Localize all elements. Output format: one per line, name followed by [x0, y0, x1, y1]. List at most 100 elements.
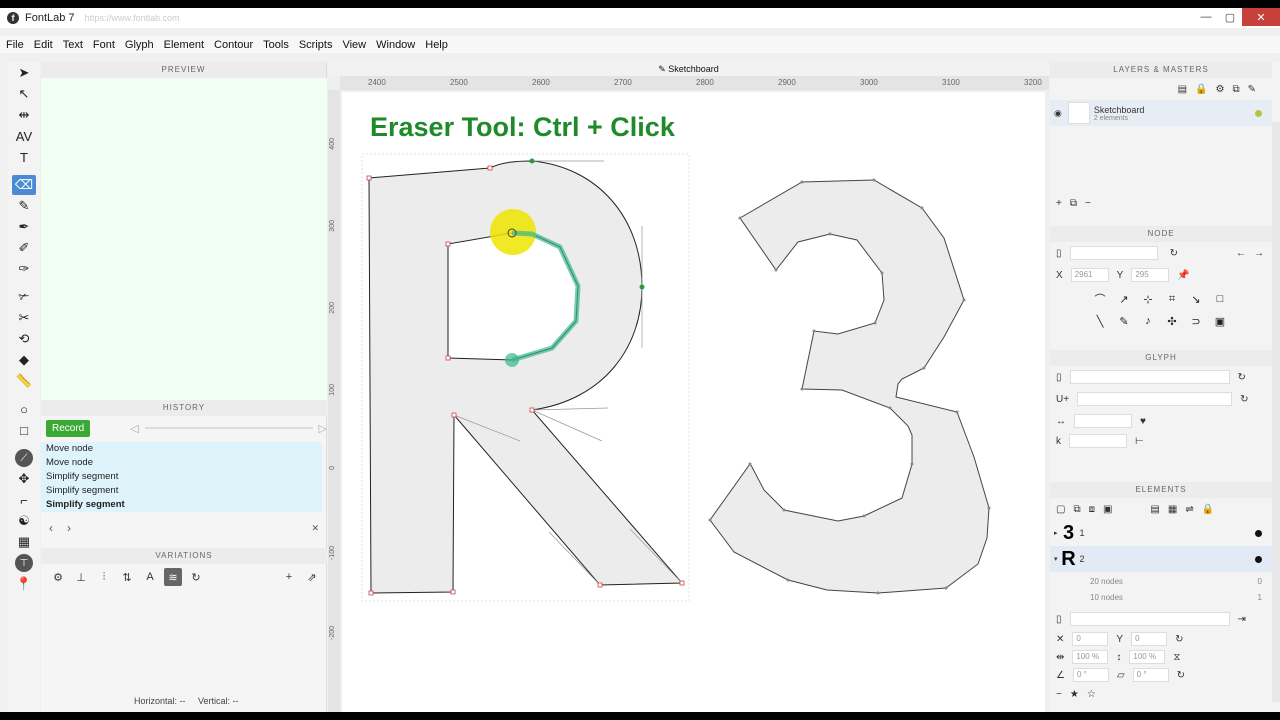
menu-edit[interactable]: Edit [34, 39, 53, 51]
guide-tool-icon[interactable]: ⊤ [12, 553, 36, 573]
history-close-icon[interactable]: ✕ [311, 523, 319, 534]
element-name-input[interactable] [1069, 612, 1230, 626]
split-node-icon[interactable]: ⊹ [1138, 290, 1158, 308]
add-icon[interactable]: + [280, 568, 298, 586]
transform-reset-icon[interactable]: ↻ [1175, 634, 1183, 645]
sketchboard-svg[interactable]: Eraser Tool: Ctrl + Click [342, 92, 1045, 712]
corner-tool-icon[interactable]: ⌐ [12, 490, 36, 510]
stack-node-icon[interactable]: ▣ [1210, 312, 1230, 330]
pencil-tool-icon[interactable]: ✐ [12, 238, 36, 258]
music-node-icon[interactable]: ♪ [1138, 312, 1158, 330]
yinyang-tool-icon[interactable]: ☯ [12, 511, 36, 531]
grid-tool-icon[interactable]: ▦ [12, 532, 36, 552]
ruler-tool-icon[interactable]: 📏 [12, 371, 36, 391]
segment-end-node[interactable] [505, 353, 519, 367]
element-grid-icon[interactable]: ▦ [1168, 504, 1177, 515]
star-icon[interactable]: ★ [1070, 689, 1079, 700]
line-node-icon[interactable]: ╲ [1090, 312, 1110, 330]
node-y-input[interactable]: 295 [1131, 268, 1170, 282]
node-name-input[interactable] [1069, 246, 1158, 260]
element-dot[interactable] [1255, 555, 1262, 563]
hand-tool-icon[interactable]: ✥ [12, 469, 36, 489]
unicode-reset-icon[interactable]: ↻ [1240, 394, 1248, 405]
square-node-icon[interactable]: □ [1210, 290, 1230, 308]
pin-tool-icon[interactable]: 📍 [12, 574, 36, 594]
menu-tools[interactable]: Tools [263, 39, 289, 51]
history-back-icon[interactable]: ◁ [130, 422, 138, 435]
scissors-tool-icon[interactable]: ✂ [12, 308, 36, 328]
element-tool-icon[interactable]: ↖ [12, 84, 36, 104]
next-node-icon[interactable]: → [1254, 248, 1264, 259]
element-export-icon[interactable]: ⇥ [1238, 614, 1246, 625]
glyph-3-outline[interactable] [709, 179, 990, 594]
join-node-icon[interactable]: ⊃ [1186, 312, 1206, 330]
sort-icon[interactable]: ⇅ [118, 568, 136, 586]
layer-color-dot[interactable] [1255, 109, 1262, 117]
element-component-icon[interactable]: ▣ [1103, 504, 1112, 515]
text-tool-icon[interactable]: T [12, 147, 36, 167]
add-layer-icon[interactable]: + [1056, 198, 1062, 209]
layer-copy-icon[interactable]: ⧉ [1232, 84, 1239, 95]
menu-element[interactable]: Element [164, 39, 204, 51]
duplicate-layer-icon[interactable]: ⧉ [1070, 198, 1077, 209]
ellipse-tool-icon[interactable]: ○ [12, 399, 36, 419]
kerning-tool-icon[interactable]: AV [12, 126, 36, 146]
maximize-button[interactable]: ▢ [1218, 8, 1242, 26]
node-pin-icon[interactable]: 📌 [1177, 270, 1189, 281]
history-item[interactable]: Simplify segment [41, 484, 322, 498]
history-item[interactable]: Move node [41, 442, 322, 456]
transform-x-input[interactable]: 0 [1072, 632, 1109, 646]
eraser-tool-icon[interactable]: ⌫ [12, 175, 36, 195]
heart-icon[interactable]: ♥ [1140, 416, 1146, 427]
right-panel-scrollbar[interactable] [1272, 122, 1280, 702]
brush-tool-icon[interactable]: ✎ [12, 196, 36, 216]
history-slider[interactable] [144, 427, 313, 429]
element-list-icon[interactable]: ▤ [1150, 504, 1159, 515]
axes-icon[interactable]: ⊥ [72, 568, 90, 586]
layer-row[interactable]: ◉ Sketchboard 2 elements [1050, 100, 1272, 126]
node-reset-icon[interactable]: ↻ [1170, 248, 1178, 259]
fill-tool-icon[interactable]: ◆ [12, 350, 36, 370]
kerning-link-icon[interactable]: ⊢ [1135, 436, 1144, 447]
element-dot[interactable] [1255, 529, 1262, 537]
remove-layer-icon[interactable]: − [1085, 198, 1091, 209]
rectangle-tool-icon[interactable]: □ [12, 420, 36, 440]
smooth-node-icon[interactable]: ⌒ [1090, 290, 1110, 308]
contour-tool-icon[interactable]: ➤ [12, 63, 36, 83]
flip-icon[interactable]: ⧖ [1173, 652, 1180, 663]
curve-node-icon[interactable]: ↗ [1114, 290, 1134, 308]
scale-y-input[interactable]: 100 % [1129, 650, 1166, 664]
tab-sketchboard[interactable]: Sketchboard [668, 64, 719, 74]
knife-tool-icon[interactable]: ✃ [12, 287, 36, 307]
element-copy-icon[interactable]: ⧉ [1073, 504, 1080, 515]
rotate-tool-icon[interactable]: ⟲ [12, 329, 36, 349]
eye-icon[interactable]: ◉ [1054, 108, 1062, 119]
nav-forward-icon[interactable]: › [67, 521, 71, 535]
record-button[interactable]: Record [46, 419, 91, 437]
lock-icon[interactable]: 🔒 [1195, 84, 1207, 95]
glyph-reset-icon[interactable]: ↻ [1238, 372, 1246, 383]
element-reference-icon[interactable]: ⧈ [1089, 504, 1095, 515]
history-forward-icon[interactable]: ▷ [319, 422, 327, 435]
rotate-input[interactable]: 0 ° [1072, 668, 1109, 682]
node-x-input[interactable]: 2961 [1070, 268, 1109, 282]
tangent-node-icon[interactable]: ↘ [1186, 290, 1206, 308]
menu-text[interactable]: Text [63, 39, 83, 51]
menu-contour[interactable]: Contour [214, 39, 253, 51]
corner-node-icon[interactable]: ⌗ [1162, 290, 1182, 308]
remove-element-icon[interactable]: − [1056, 689, 1062, 700]
gear-icon[interactable]: ⚙ [1216, 84, 1225, 95]
element-select-icon[interactable]: ▢ [1056, 504, 1065, 515]
kerning-input[interactable] [1069, 434, 1127, 448]
menu-scripts[interactable]: Scripts [299, 39, 333, 51]
slant-reset-icon[interactable]: ↻ [1177, 670, 1185, 681]
scale-x-input[interactable]: 100 % [1072, 650, 1109, 664]
history-item[interactable]: Simplify segment [41, 470, 322, 484]
link-icon[interactable]: ⇗ [303, 568, 321, 586]
element-row-selected[interactable]: ▾ R 2 [1050, 546, 1272, 572]
history-item[interactable]: Move node [41, 456, 322, 470]
element-unlink-icon[interactable]: ⇌ [1185, 504, 1193, 515]
menu-help[interactable]: Help [425, 39, 448, 51]
menu-window[interactable]: Window [376, 39, 415, 51]
layer-edit-icon[interactable]: ✎ [1248, 84, 1256, 95]
